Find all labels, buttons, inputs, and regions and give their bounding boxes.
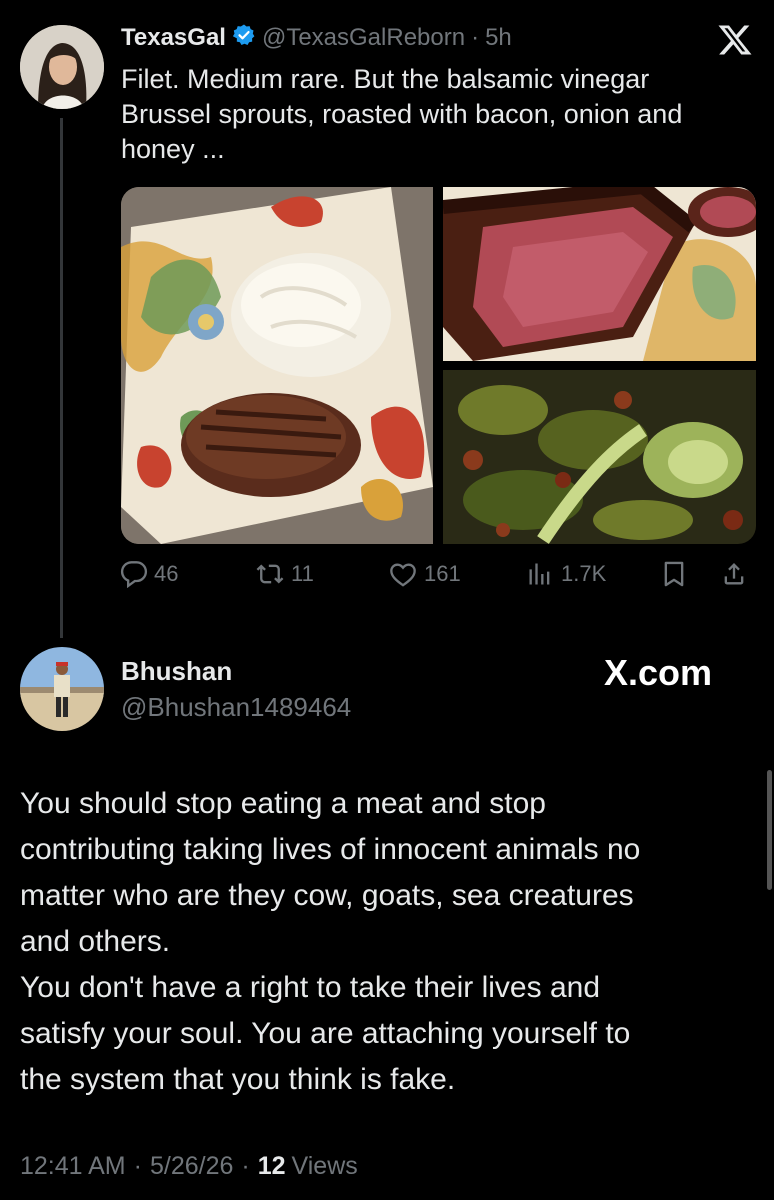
reply-views[interactable]: 12 Views xyxy=(258,1152,358,1181)
views-bar-chart-icon xyxy=(529,563,550,585)
like-count: 161 xyxy=(424,561,461,586)
texasgal-avatar[interactable] xyxy=(20,25,104,109)
repost-button[interactable]: 11 xyxy=(255,560,314,588)
bookmark-icon xyxy=(664,561,684,587)
author-name[interactable]: TexasGal xyxy=(121,24,226,52)
reply-author-name[interactable]: Bhushan xyxy=(121,656,232,687)
like-button[interactable]: 161 xyxy=(388,560,461,588)
reply-text-line: You should stop eating a meat and stop xyxy=(20,787,546,820)
reply-count: 46 xyxy=(154,561,179,586)
reply-text-line: You don't have a right to take their liv… xyxy=(20,971,601,1004)
x-logo-icon[interactable] xyxy=(716,22,754,58)
reply-button[interactable]: 46 xyxy=(120,560,178,588)
tweet-media-grid xyxy=(121,187,756,544)
tweet-text: Filet. Medium rare. But the balsamic vin… xyxy=(121,62,761,167)
tweet-time[interactable]: 5h xyxy=(485,24,512,52)
meta-separator: · xyxy=(133,1152,142,1180)
heart-icon xyxy=(390,563,416,587)
reply-author-handle[interactable]: @Bhushan1489464 xyxy=(121,692,351,723)
bookmark-button[interactable] xyxy=(660,560,688,588)
reply-views-count: 12 xyxy=(257,1152,286,1180)
share-icon xyxy=(724,563,744,585)
media-steak-plate[interactable] xyxy=(121,187,433,544)
views-count: 1.7K xyxy=(561,561,607,586)
tweet-text-line: Filet. Medium rare. But the balsamic vin… xyxy=(121,64,650,94)
avatar-photo xyxy=(20,647,104,731)
repost-icon xyxy=(256,564,284,584)
tweet-text-line: honey ... xyxy=(121,134,225,164)
reply-text-line: matter who are they cow, goats, sea crea… xyxy=(20,879,634,912)
thread-connector-line xyxy=(60,118,63,638)
author-handle[interactable]: @TexasGalReborn xyxy=(262,24,465,52)
reply-icon xyxy=(120,561,148,588)
share-button[interactable] xyxy=(720,560,748,588)
tweet-action-bar: 46 11 161 1.7K xyxy=(120,560,760,600)
tweet-header: TexasGal @TexasGalReborn · 5h xyxy=(121,22,512,54)
repost-count: 11 xyxy=(291,561,314,586)
meta-separator: · xyxy=(241,1152,250,1180)
reply-text-line: contributing taking lives of innocent an… xyxy=(20,833,641,866)
verified-badge-icon xyxy=(232,23,256,54)
avatar-photo xyxy=(20,25,104,109)
tweet-text-line: Brussel sprouts, roasted with bacon, oni… xyxy=(121,99,683,129)
media-brussel-sprouts[interactable] xyxy=(443,370,756,544)
views-button[interactable]: 1.7K xyxy=(525,560,606,588)
reply-views-label: Views xyxy=(291,1152,358,1180)
reply-time[interactable]: 12:41 AM xyxy=(20,1152,126,1181)
reply-meta: 12:41 AM · 5/26/26 · 12 Views xyxy=(20,1152,358,1181)
xcom-watermark: X.com xyxy=(604,652,713,693)
reply-text: You should stop eating a meat and stop c… xyxy=(20,781,740,1103)
header-separator: · xyxy=(471,24,480,51)
reply-text-line: and others. xyxy=(20,925,171,958)
reply-text-line: the system that you think is fake. xyxy=(20,1063,456,1096)
reply-text-line: satisfy your soul. You are attaching you… xyxy=(20,1017,631,1050)
bhushan-avatar[interactable] xyxy=(20,647,104,731)
reply-date[interactable]: 5/26/26 xyxy=(150,1152,233,1181)
scrollbar-thumb[interactable] xyxy=(767,770,772,890)
media-steak-closeup[interactable] xyxy=(443,187,756,361)
